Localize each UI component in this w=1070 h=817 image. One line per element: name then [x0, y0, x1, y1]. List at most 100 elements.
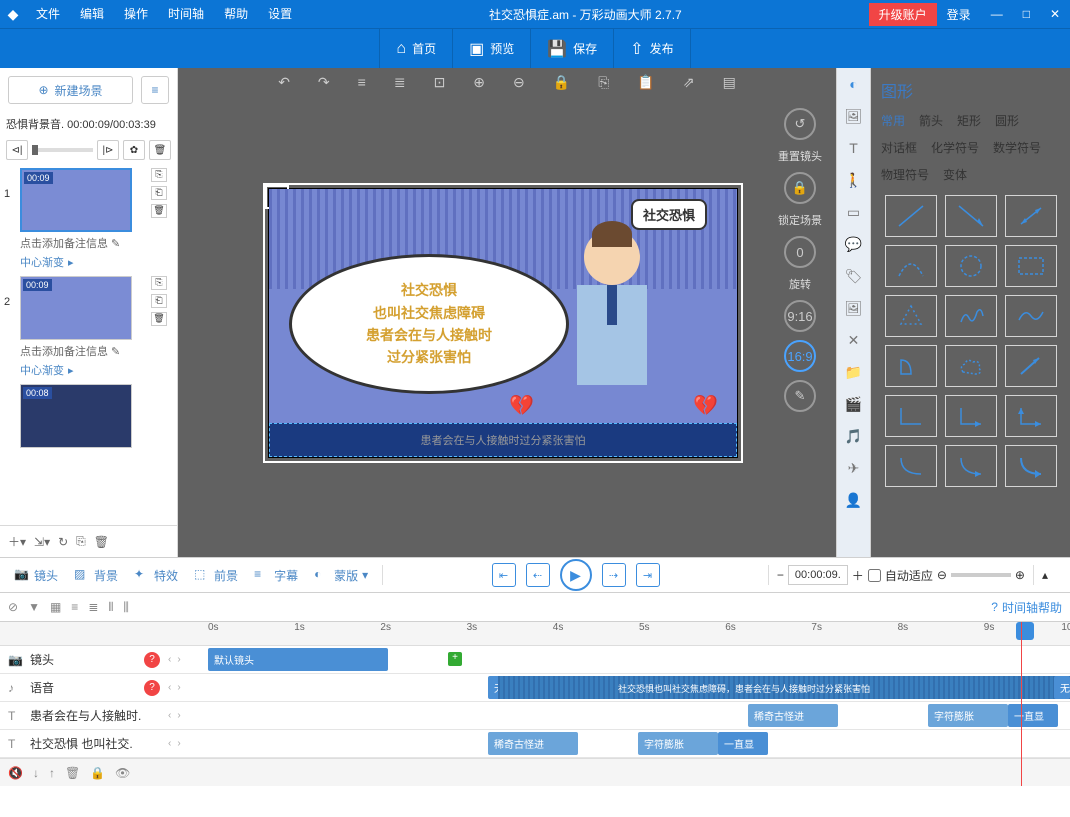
scene-item[interactable]: 2 00:09 点击添加备注信息 ✎ 中心渐变▸ ⎘⎗🗑 — [4, 276, 173, 378]
grid-icon[interactable]: ▦ — [50, 600, 61, 614]
plus-icon[interactable]: ＋ — [852, 567, 864, 584]
down-icon[interactable]: ↓ — [33, 766, 39, 780]
tab-phys[interactable]: 物理符号 — [881, 166, 929, 183]
playhead-line[interactable] — [1021, 622, 1022, 786]
scene-thumbnail[interactable]: 00:09 — [20, 276, 132, 340]
scene-list-button[interactable]: ≡ — [141, 76, 169, 104]
subtitle-tab[interactable]: ≡字幕 — [248, 564, 304, 587]
shape-elbow1[interactable] — [885, 395, 937, 437]
save-button[interactable]: 💾保存 — [531, 29, 614, 69]
shape-line[interactable] — [885, 195, 937, 237]
stage[interactable]: 社交恐惧 社交恐惧 也叫社交焦虑障碍 患者会在与人接触时 过分紧张害怕 💔 💔 … — [268, 188, 738, 458]
mask-tab[interactable]: ◐蒙版▾ — [308, 564, 374, 587]
paste-icon[interactable]: 📋 — [637, 74, 654, 91]
badge-tab-icon[interactable]: 🏷 — [844, 266, 864, 286]
shape-elbow3[interactable] — [1005, 395, 1057, 437]
preview-button[interactable]: ▣预览 — [453, 29, 531, 69]
menu-edit[interactable]: 编辑 — [70, 0, 114, 28]
frame-tab-icon[interactable]: 🖼 — [844, 298, 864, 318]
shape-cloud[interactable] — [945, 345, 997, 387]
lens-clip[interactable]: 默认镜头 — [208, 648, 388, 671]
person-tab-icon[interactable]: 👤 — [844, 490, 864, 510]
undo-icon[interactable]: ↶ — [278, 74, 290, 91]
scene-transition[interactable]: 中心渐变▸ — [20, 254, 147, 270]
shape-triangle-dots[interactable] — [885, 295, 937, 337]
audio-delete-button[interactable]: 🗑 — [149, 140, 171, 160]
shape-curve1[interactable] — [885, 445, 937, 487]
shape-double-arrow[interactable] — [1005, 195, 1057, 237]
audio-settings-button[interactable]: ✿ — [123, 140, 145, 160]
scene-caption[interactable]: 点击添加备注信息 ✎ — [20, 232, 132, 254]
up-icon[interactable]: ↑ — [49, 766, 55, 780]
scene-thumbnail[interactable]: 00:09 — [20, 168, 132, 232]
media-tab-icon[interactable]: ▭ — [844, 202, 864, 222]
speech-bubble[interactable]: 社交恐惧 也叫社交焦虑障碍 患者会在与人接触时 过分紧张害怕 — [289, 254, 569, 394]
paste-icon[interactable]: ⎗ — [151, 186, 167, 200]
help-icon[interactable]: ? — [144, 680, 160, 696]
align-icon[interactable]: ≣ — [88, 600, 98, 614]
image-tab-icon[interactable]: 🖼 — [844, 106, 864, 126]
fx-tab[interactable]: ✦特效 — [128, 564, 184, 587]
reset-camera-button[interactable]: ↺ — [784, 108, 816, 140]
tab-rect[interactable]: 矩形 — [957, 112, 981, 129]
shape-arc[interactable] — [885, 245, 937, 287]
tab-circle[interactable]: 圆形 — [995, 112, 1019, 129]
help-icon[interactable]: ? — [144, 652, 160, 668]
align-left-icon[interactable]: ≡ — [358, 74, 366, 90]
ratio-169-button[interactable]: 16:9 — [784, 340, 816, 372]
fg-tab[interactable]: ⬚前景 — [188, 564, 244, 587]
close-button[interactable]: ✕ — [1040, 7, 1070, 21]
redo-icon[interactable]: ↷ — [318, 74, 330, 91]
zoom-out-icon[interactable]: ⊖ — [937, 568, 947, 582]
upgrade-button[interactable]: 升级账户 — [869, 3, 937, 26]
playhead[interactable] — [1016, 622, 1034, 640]
trash-icon[interactable]: 🗑 — [65, 766, 80, 780]
stage-tag[interactable]: 社交恐惧 — [631, 199, 707, 230]
new-scene-button[interactable]: ⊕新建场景 — [8, 76, 133, 104]
shape-dashed-circle[interactable] — [945, 245, 997, 287]
padlock-icon[interactable]: 🔒 — [553, 74, 570, 91]
menu-action[interactable]: 操作 — [114, 0, 158, 28]
align-icon[interactable]: ⫴ — [108, 600, 113, 615]
audio-tab-icon[interactable]: 🎵 — [844, 426, 864, 446]
step-back-button[interactable]: ⇠ — [526, 563, 550, 587]
step-fwd-button[interactable]: ⇢ — [602, 563, 626, 587]
collapse-icon[interactable]: ▴ — [1042, 568, 1048, 582]
shape-curve2[interactable] — [945, 445, 997, 487]
effect-clip[interactable]: 稀奇古怪进 — [748, 704, 838, 727]
timeline-help[interactable]: ?时间轴帮助 — [991, 599, 1062, 616]
layers-icon[interactable]: ▤ — [723, 74, 736, 91]
text-tab-icon[interactable]: T — [844, 138, 864, 158]
tab-common[interactable]: 常用 — [881, 112, 905, 129]
tab-chem[interactable]: 化学符号 — [931, 139, 979, 156]
voice-post[interactable]: 无 — [1054, 676, 1070, 699]
tab-arrow[interactable]: 箭头 — [919, 112, 943, 129]
maximize-button[interactable]: □ — [1013, 7, 1040, 21]
time-display[interactable]: 00:00:09. — [788, 565, 848, 585]
effect-clip[interactable]: 字符膨胀 — [638, 732, 718, 755]
plane-tab-icon[interactable]: ✈ — [844, 458, 864, 478]
shape-curve3[interactable] — [1005, 445, 1057, 487]
effect-clip[interactable]: 字符膨胀 — [928, 704, 1008, 727]
menu-help[interactable]: 帮助 — [214, 0, 258, 28]
menu-file[interactable]: 文件 — [26, 0, 70, 28]
auto-fit-checkbox[interactable]: 自动适应 — [868, 567, 933, 584]
tools-tab-icon[interactable]: ✕ — [844, 330, 864, 350]
lock-icon[interactable]: 🔒 — [90, 766, 105, 780]
add-keyframe-icon[interactable]: + — [448, 652, 462, 666]
minimize-button[interactable]: — — [981, 7, 1013, 21]
audio-slider[interactable] — [32, 148, 93, 152]
minus-icon[interactable]: − — [777, 568, 784, 582]
shape-diag-arrow[interactable] — [1005, 345, 1057, 387]
scene-transition[interactable]: 中心渐变▸ — [20, 362, 147, 378]
shapes-tab-icon[interactable]: ◐ — [844, 74, 864, 94]
audio-next-button[interactable]: |⊳ — [97, 140, 119, 160]
prev-frame-button[interactable]: ⇤ — [492, 563, 516, 587]
refresh-icon[interactable]: ↻ — [58, 535, 68, 549]
lock-scene-button[interactable]: 🔒 — [784, 172, 816, 204]
shape-scribble[interactable] — [945, 295, 997, 337]
filter-icon[interactable]: ▼ — [28, 600, 40, 614]
copy-icon[interactable]: ⎘ — [598, 74, 609, 91]
add-icon[interactable]: ＋▾ — [8, 533, 26, 550]
folder-tab-icon[interactable]: 📁 — [844, 362, 864, 382]
